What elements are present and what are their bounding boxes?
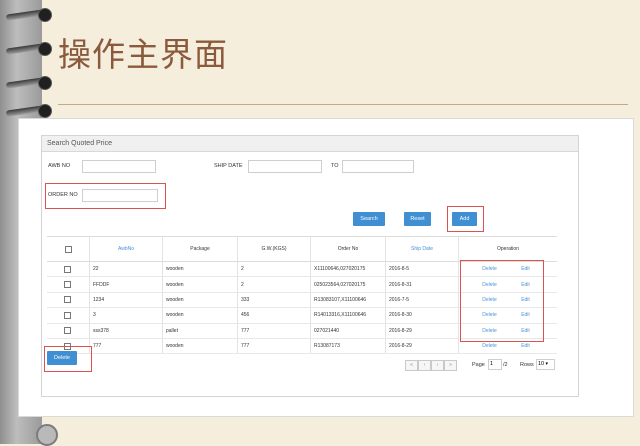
cell-ship-date: 2016-8-29 [385, 323, 459, 339]
row-select[interactable] [47, 261, 90, 278]
col-awbno[interactable]: AwbNo [89, 236, 163, 262]
page-label: Page [472, 362, 485, 368]
cell-package: pallet [162, 323, 238, 339]
cell-package: wooden [162, 276, 238, 293]
row-checkbox[interactable] [64, 281, 71, 289]
cell-package: wooden [162, 338, 238, 355]
cell-awbno: 22 [89, 261, 163, 278]
title-divider [58, 104, 628, 105]
col-gw: G.W.(KGS) [237, 236, 311, 262]
cell-package: wooden [162, 292, 238, 309]
row-select[interactable] [47, 307, 90, 324]
cell-package: wooden [162, 261, 238, 278]
row-checkbox[interactable] [64, 327, 71, 335]
cell-gw: 777 [237, 338, 311, 355]
operation-highlight [460, 260, 544, 342]
screenshot-panel: Search Quoted Price AWB NO : SHIP DATE T… [18, 118, 634, 417]
search-button[interactable]: Search [353, 212, 385, 226]
prev-page-icon[interactable]: ‹ [418, 360, 431, 371]
col-operation: Operation [458, 236, 557, 262]
cell-gw: 2 [237, 261, 311, 278]
row-select[interactable] [47, 276, 90, 293]
search-quoted-price-panel: Search Quoted Price AWB NO : SHIP DATE T… [41, 135, 579, 397]
cell-ship-date: 2016-7-5 [385, 292, 459, 309]
ship-date-label: SHIP DATE [214, 163, 243, 169]
col-order-no: Order No [310, 236, 386, 262]
cell-order-no: 025023564,027020175 [310, 276, 386, 293]
cell-ship-date: 2016-8-5 [385, 261, 459, 278]
cell-awbno: 3 [89, 307, 163, 324]
cell-package: wooden [162, 307, 238, 324]
order-no-label: ORDER NO [48, 192, 78, 198]
col-ship-date[interactable]: Ship Date [385, 236, 459, 262]
ship-date-to-label: TO [331, 163, 339, 169]
rows-select[interactable]: 10 ▾ [536, 359, 555, 370]
cell-awbno: 1234 [89, 292, 163, 309]
col-package: Package [162, 236, 238, 262]
ship-date-to-input[interactable] [342, 160, 414, 173]
reset-button[interactable]: Reset [404, 212, 431, 226]
row-edit-link[interactable]: Edit [508, 343, 544, 349]
cell-order-no: R14013316,X11100646 [310, 307, 386, 324]
select-all-header[interactable] [47, 236, 90, 262]
row-checkbox[interactable] [64, 311, 71, 319]
add-button[interactable]: Add [452, 212, 477, 226]
cell-awbno: sss378 [89, 323, 163, 339]
cell-awbno: FFDDF [89, 276, 163, 293]
cell-order-no: R13083107,X11100646 [310, 292, 386, 309]
cell-awbno: 777 [89, 338, 163, 355]
page-input[interactable]: 1 [488, 359, 502, 370]
cell-ship-date: 2016-8-30 [385, 307, 459, 324]
row-checkbox[interactable] [64, 265, 71, 273]
binder-ring [5, 76, 52, 90]
cell-gw: 456 [237, 307, 311, 324]
delete-button[interactable]: Delete [47, 351, 77, 365]
bottom-binder-ring [36, 424, 58, 446]
row-select[interactable] [47, 323, 90, 339]
cell-ship-date: 2016-8-29 [385, 338, 459, 355]
row-checkbox[interactable] [64, 296, 71, 304]
cell-gw: 333 [237, 292, 311, 309]
cell-order-no: 027021440 [310, 323, 386, 339]
cell-gw: 2 [237, 276, 311, 293]
cell-gw: 777 [237, 323, 311, 339]
next-page-icon[interactable]: › [431, 360, 444, 371]
row-delete-link[interactable]: Delete [472, 343, 508, 349]
row-select[interactable] [47, 292, 90, 309]
chevron-down-icon: ▾ [544, 361, 549, 367]
binder-ring [5, 8, 52, 22]
awb-no-label: AWB NO [48, 163, 71, 169]
order-no-input[interactable] [82, 189, 158, 202]
cell-order-no: R13087173 [310, 338, 386, 355]
table-header-row: AwbNo Package G.W.(KGS) Order No Ship Da… [47, 236, 557, 262]
ship-date-from-input[interactable] [248, 160, 322, 173]
select-all-checkbox[interactable] [64, 245, 72, 253]
first-page-icon[interactable]: « [405, 360, 418, 371]
cell-ship-date: 2016-8-31 [385, 276, 459, 293]
awb-no-input[interactable] [82, 160, 156, 173]
panel-header: Search Quoted Price [42, 136, 578, 152]
page-total: /2 [503, 362, 508, 368]
slide-title: 操作主界面 [58, 35, 228, 74]
binder-ring [5, 104, 52, 118]
binder-ring [5, 42, 52, 56]
cell-order-no: X11100646,027020175 [310, 261, 386, 278]
rows-label: Rows [520, 362, 534, 368]
last-page-icon[interactable]: » [444, 360, 457, 371]
